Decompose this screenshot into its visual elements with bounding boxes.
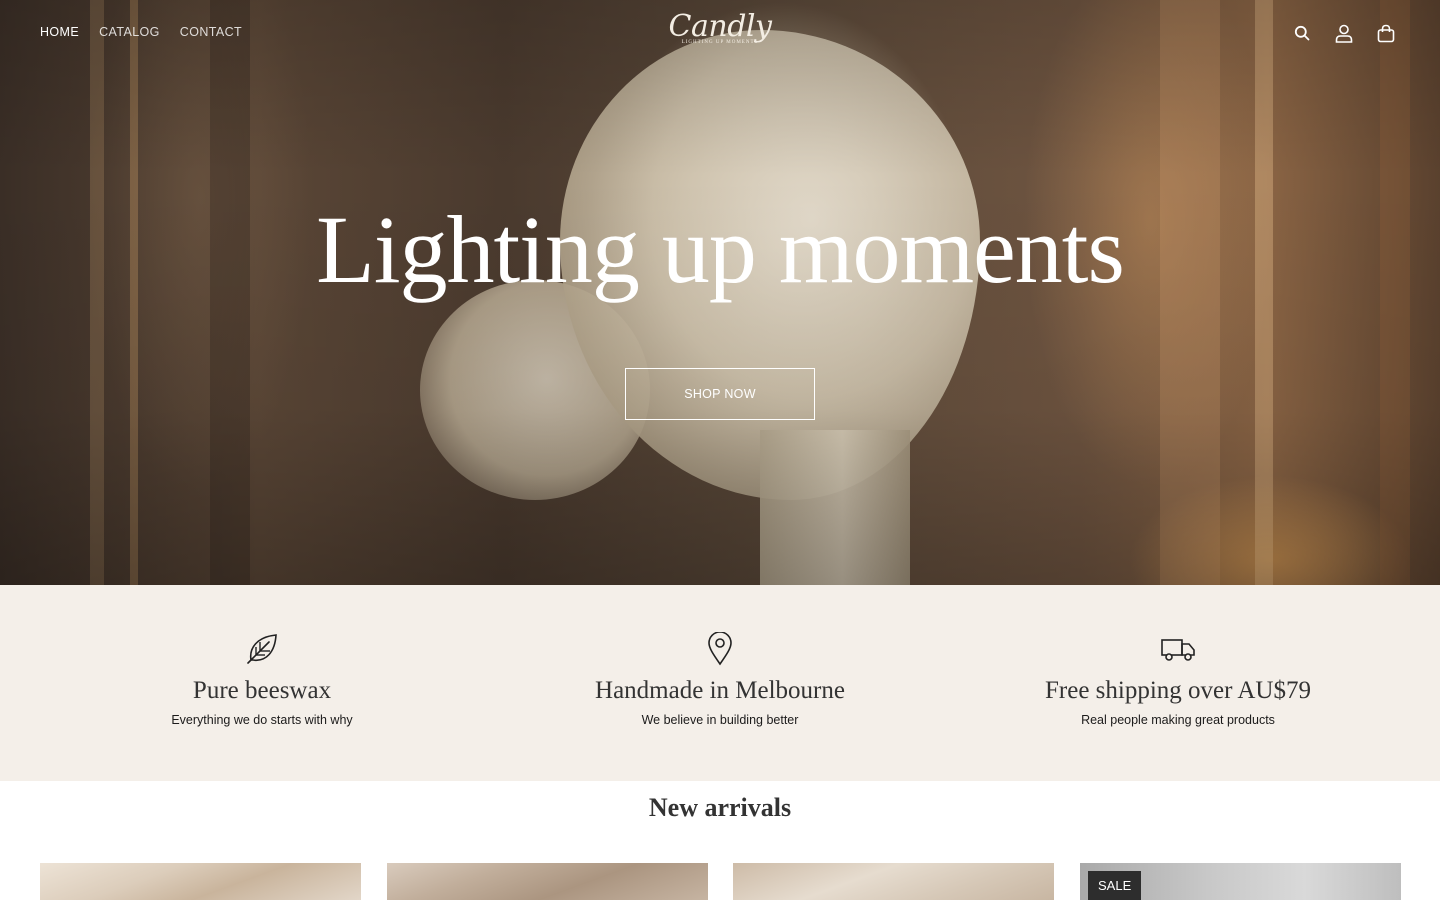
sale-badge: SALE: [1088, 871, 1142, 900]
feature-title: Handmade in Melbourne: [595, 677, 845, 704]
nav-home-link[interactable]: HOME: [40, 25, 79, 39]
map-pin-icon: [491, 632, 949, 668]
nav-catalog-link[interactable]: CATALOG: [99, 25, 160, 39]
hero-title: Lighting up moments: [316, 196, 1125, 303]
site-header: HOME CATALOG CONTACT Candly LIGHTING UP …: [0, 0, 1440, 66]
feature-title: Pure beeswax: [192, 677, 332, 704]
feature-description: Real people making great products: [1081, 713, 1275, 727]
account-icon[interactable]: [1334, 22, 1354, 44]
main-nav: HOME CATALOG CONTACT: [40, 25, 242, 39]
features-strip: Pure beeswax Everything we do starts wit…: [0, 585, 1440, 781]
logo-wordmark: Candly: [668, 9, 772, 44]
new-arrivals-title: New arrivals: [648, 793, 792, 822]
cart-icon[interactable]: [1376, 22, 1396, 44]
feature-handmade: Handmade in Melbourne We believe in buil…: [491, 585, 949, 781]
site-logo[interactable]: Candly LIGHTING UP MOMENTS: [660, 12, 780, 46]
leaf-icon: [33, 632, 491, 668]
nav-contact-link[interactable]: CONTACT: [180, 25, 242, 39]
feature-title: Free shipping over AU$79: [1045, 677, 1311, 704]
feature-description: We believe in building better: [641, 713, 799, 727]
product-card-2[interactable]: [387, 863, 708, 900]
truck-icon: [949, 632, 1407, 668]
feature-pure-beeswax: Pure beeswax Everything we do starts wit…: [33, 585, 491, 781]
product-card-3[interactable]: [733, 863, 1054, 900]
product-card-4[interactable]: SALE: [1080, 863, 1401, 900]
product-card-1[interactable]: [40, 863, 361, 900]
search-icon[interactable]: [1292, 22, 1312, 44]
feature-description: Everything we do starts with why: [171, 713, 353, 727]
shop-now-button[interactable]: SHOP NOW: [625, 368, 815, 420]
feature-free-shipping: Free shipping over AU$79 Real people mak…: [949, 585, 1407, 781]
header-actions: [1292, 22, 1396, 44]
